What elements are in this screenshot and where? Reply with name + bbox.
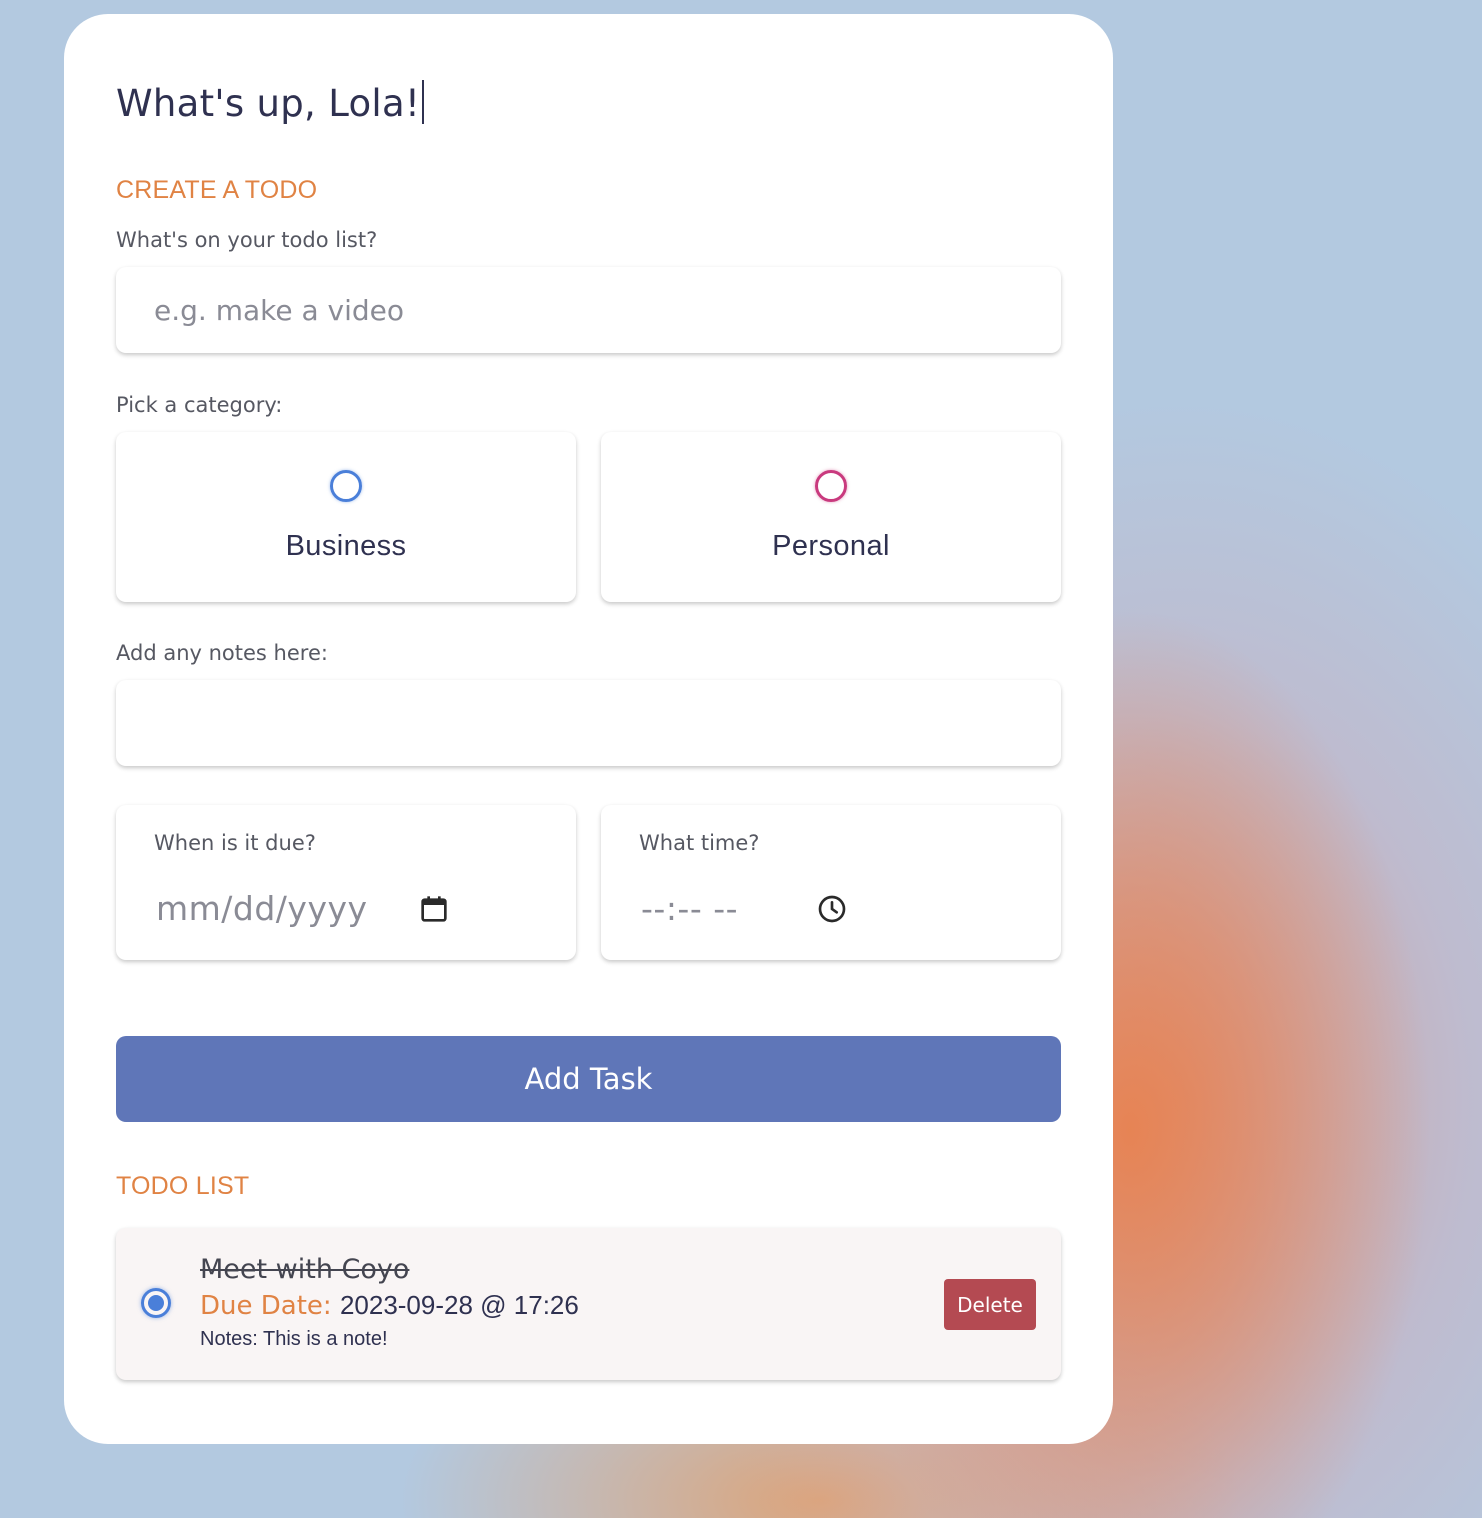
notes-label: Add any notes here: xyxy=(116,641,328,665)
clock-icon[interactable] xyxy=(816,893,848,925)
business-label: Business xyxy=(285,530,407,562)
todo-card: What's up, Lola! CREATE A TODO What's on… xyxy=(64,14,1113,1444)
create-todo-heading: CREATE A TODO xyxy=(116,176,318,204)
todo-done-dot xyxy=(148,1295,164,1311)
greeting-heading[interactable]: What's up, Lola! xyxy=(116,80,425,125)
task-label: What's on your todo list? xyxy=(116,228,378,252)
due-date-input[interactable]: mm/dd/yyyy xyxy=(156,889,368,928)
todo-list-heading: TODO LIST xyxy=(116,1172,250,1200)
add-task-button[interactable]: Add Task xyxy=(116,1036,1061,1122)
category-label: Pick a category: xyxy=(116,393,283,417)
due-date-field[interactable]: When is it due? mm/dd/yyyy xyxy=(116,805,576,960)
todo-done-radio[interactable] xyxy=(141,1288,171,1318)
todo-item: Meet with Coyo Due Date: 2023-09-28 @ 17… xyxy=(116,1228,1061,1380)
task-input[interactable]: e.g. make a video xyxy=(116,267,1061,353)
greeting-prefix: What's up, xyxy=(116,82,329,125)
personal-radio[interactable] xyxy=(815,470,847,502)
due-date-caption: Due Date: xyxy=(200,1291,332,1321)
due-time-label: What time? xyxy=(639,831,760,855)
due-time-input[interactable]: --:-- -- xyxy=(641,889,738,928)
category-business-option[interactable]: Business xyxy=(116,432,576,602)
due-time-field[interactable]: What time? --:-- -- xyxy=(601,805,1061,960)
due-date-value: 2023-09-28 @ 17:26 xyxy=(339,1290,579,1320)
greeting-name: Lola! xyxy=(328,82,421,125)
due-date-label: When is it due? xyxy=(154,831,316,855)
category-personal-option[interactable]: Personal xyxy=(601,432,1061,602)
delete-button[interactable]: Delete xyxy=(944,1279,1036,1330)
text-caret xyxy=(422,80,425,124)
personal-label: Personal xyxy=(772,530,890,562)
calendar-icon[interactable] xyxy=(418,893,450,925)
todo-title[interactable]: Meet with Coyo xyxy=(200,1254,409,1285)
todo-due-date: Due Date: 2023-09-28 @ 17:26 xyxy=(200,1290,579,1321)
notes-input[interactable] xyxy=(116,680,1061,766)
business-radio[interactable] xyxy=(330,470,362,502)
todo-notes: Notes: This is a note! xyxy=(200,1328,388,1350)
